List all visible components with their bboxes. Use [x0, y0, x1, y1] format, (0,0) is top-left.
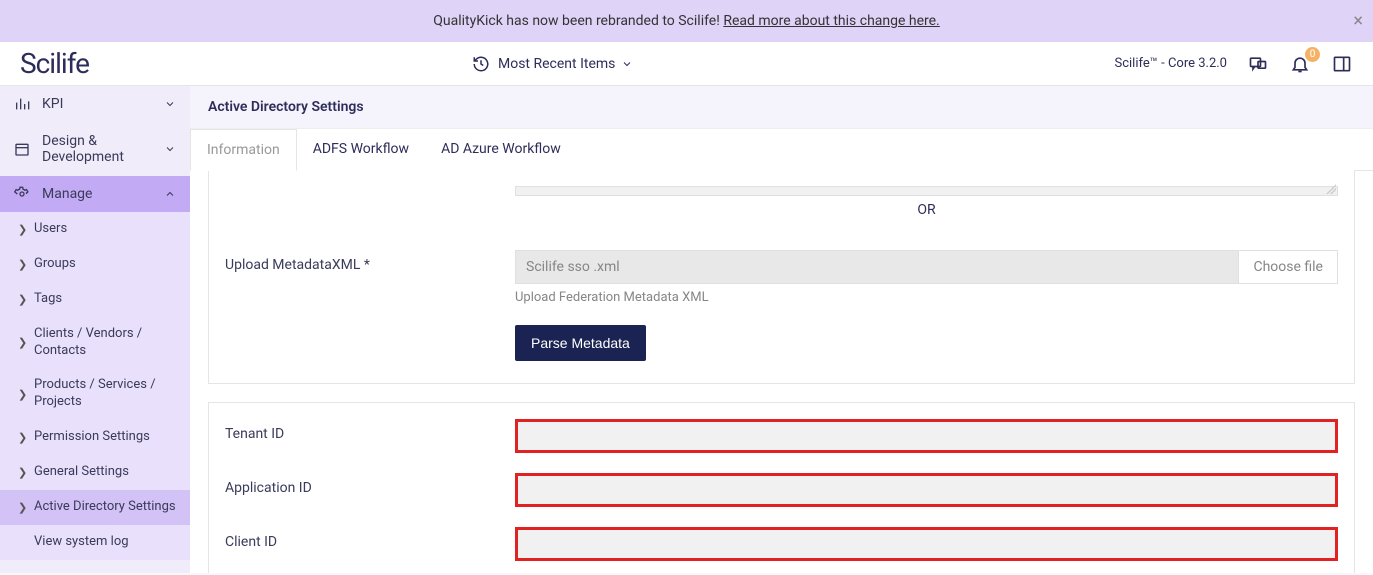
sidebar-item-clients[interactable]: ❯Clients / Vendors / Contacts — [0, 317, 190, 369]
ids-panel: Tenant ID Application ID Client ID — [208, 402, 1355, 573]
sidebar-item-groups[interactable]: ❯Groups — [0, 247, 190, 282]
sidebar-label: KPI — [42, 96, 164, 112]
client-id-input[interactable] — [515, 527, 1338, 561]
application-id-label: Application ID — [225, 473, 515, 496]
sidebar-item-design[interactable]: Design & Development — [0, 123, 190, 175]
parse-metadata-button[interactable]: Parse Metadata — [515, 325, 646, 361]
chevron-down-icon — [164, 143, 176, 155]
chevron-right-icon: ❯ — [18, 336, 34, 349]
chart-icon — [14, 96, 32, 112]
sidebar: KPI Design & Development Manage ❯ — [0, 86, 190, 573]
chevron-right-icon: ❯ — [18, 466, 34, 479]
tab-adfs[interactable]: ADFS Workflow — [297, 129, 425, 170]
submenu-manage: ❯Users ❯Groups ❯Tags ❯Clients / Vendors … — [0, 212, 190, 560]
client-id-label: Client ID — [225, 527, 515, 550]
chevron-up-icon — [164, 188, 176, 200]
sidebar-item-kpi[interactable]: KPI — [0, 86, 190, 122]
sidebar-item-tags[interactable]: ❯Tags — [0, 282, 190, 317]
version-label: Scilife™ - Core 3.2.0 — [1115, 56, 1228, 71]
sidebar-item-permission[interactable]: ❯Permission Settings — [0, 420, 190, 455]
metadata-panel: OR Upload MetadataXML * Scilife sso .xml… — [208, 170, 1355, 384]
bell-icon[interactable]: 0 — [1289, 53, 1311, 75]
metadata-textarea[interactable] — [515, 186, 1338, 196]
chevron-down-icon — [164, 98, 176, 110]
sidebar-item-general[interactable]: ❯General Settings — [0, 455, 190, 490]
tabs: Information ADFS Workflow AD Azure Workf… — [190, 129, 1373, 171]
tab-information[interactable]: Information — [190, 129, 297, 171]
banner-text: QualityKick has now been rebranded to Sc… — [433, 13, 723, 29]
or-separator: OR — [515, 202, 1338, 218]
sidebar-label: Design & Development — [42, 133, 164, 165]
chevron-right-icon: ❯ — [18, 501, 34, 514]
tab-azure[interactable]: AD Azure Workflow — [425, 129, 577, 170]
tenant-id-label: Tenant ID — [225, 419, 515, 442]
application-id-input[interactable] — [515, 473, 1338, 507]
sidebar-item-users[interactable]: ❯Users — [0, 212, 190, 247]
sidebar-item-products[interactable]: ❯Products / Services / Projects — [0, 368, 190, 420]
sidebar-item-ad-settings[interactable]: ❯Active Directory Settings — [0, 490, 190, 525]
upload-label: Upload MetadataXML * — [225, 250, 515, 273]
logo: Scilife — [20, 47, 190, 80]
page-title: Active Directory Settings — [190, 86, 1373, 129]
chevron-down-icon — [621, 58, 633, 70]
topbar: Scilife Most Recent Items Scilife™ - Cor… — [0, 42, 1373, 86]
sidebar-label: Manage — [42, 186, 164, 202]
history-icon — [470, 53, 492, 75]
chevron-right-icon: ❯ — [18, 431, 34, 444]
announcement-banner: QualityKick has now been rebranded to Sc… — [0, 0, 1373, 42]
gear-icon — [14, 186, 32, 202]
feedback-icon[interactable] — [1247, 53, 1269, 75]
file-name-display: Scilife sso .xml — [515, 250, 1239, 284]
chevron-right-icon: ❯ — [18, 293, 34, 306]
recent-items-label: Most Recent Items — [498, 56, 615, 72]
recent-items-dropdown[interactable]: Most Recent Items — [470, 53, 633, 75]
tenant-id-input[interactable] — [515, 419, 1338, 453]
choose-file-button[interactable]: Choose file — [1239, 250, 1338, 284]
chevron-right-icon: ❯ — [18, 388, 34, 401]
chevron-right-icon: ❯ — [18, 223, 34, 236]
main-content: Active Directory Settings Information AD… — [190, 86, 1373, 573]
sidebar-item-syslog[interactable]: View system log — [0, 525, 190, 560]
chevron-right-icon: ❯ — [18, 258, 34, 271]
upload-helper: Upload Federation Metadata XML — [515, 290, 1338, 305]
sidebar-item-manage[interactable]: Manage — [0, 176, 190, 212]
sidebar-toggle-icon[interactable] — [1331, 53, 1353, 75]
notification-badge: 0 — [1305, 47, 1320, 62]
calendar-icon — [14, 141, 32, 157]
banner-link[interactable]: Read more about this change here. — [723, 13, 939, 29]
close-icon[interactable]: × — [1353, 11, 1363, 32]
